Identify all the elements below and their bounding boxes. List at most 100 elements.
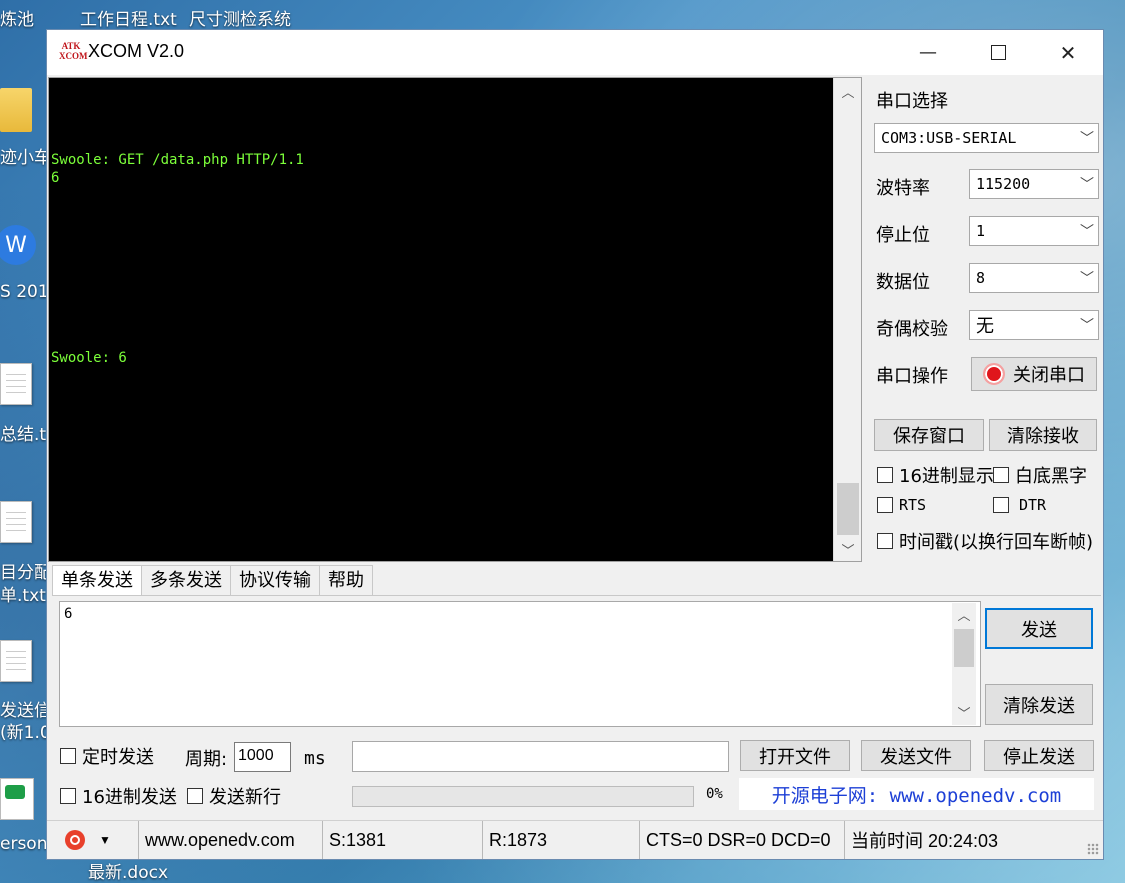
chevron-down-icon: ﹀	[1080, 131, 1094, 147]
send-scrollbar[interactable]: ︿ ﹀	[952, 603, 976, 725]
scroll-thumb[interactable]	[954, 629, 974, 667]
scroll-up-icon[interactable]: ︿	[834, 82, 862, 101]
send-button[interactable]: 发送	[985, 608, 1093, 649]
desktop-item[interactable]: 工作日程.txt	[80, 5, 177, 30]
port-status-icon	[983, 363, 1005, 385]
send-file-button[interactable]: 发送文件	[861, 740, 971, 771]
close-port-label: 关闭串口	[1013, 365, 1085, 386]
close-port-button[interactable]: 关闭串口	[971, 357, 1097, 391]
checkbox-icon	[187, 788, 203, 804]
desktop-item-label: 最新.docx	[88, 863, 169, 883]
maximize-icon	[990, 45, 1006, 60]
checkbox-icon	[877, 497, 893, 513]
status-recv: R:1873	[483, 821, 640, 859]
progress-percent: 0%	[706, 786, 723, 802]
period-input[interactable]: 1000	[234, 742, 291, 772]
window-title: XCOM V2.0	[88, 41, 185, 61]
minimize-button[interactable]: —	[893, 30, 963, 75]
white-black-checkbox[interactable]: 白底黑字	[993, 462, 1087, 488]
ms-label: ms	[304, 748, 326, 769]
folder-icon[interactable]	[0, 88, 32, 132]
send-newline-label: 发送新行	[209, 787, 281, 808]
receive-scrollbar[interactable]: ︿ ﹀	[833, 78, 862, 561]
desktop-item[interactable]: 炼池	[0, 5, 34, 30]
logo-top-text: ATK	[61, 41, 81, 51]
timed-send-checkbox[interactable]: 定时发送	[60, 743, 154, 769]
xcom-window: ATK XCOM XCOM V2.0 — ✕ Swoole: GET /data…	[46, 29, 1104, 860]
tab-help[interactable]: 帮助	[319, 565, 373, 596]
scroll-down-icon[interactable]: ﹀	[834, 540, 862, 559]
status-time: 当前时间 20:24:03	[851, 831, 999, 851]
desktop-item-label: 总结.t	[0, 425, 47, 445]
hex-send-checkbox[interactable]: 16进制发送	[60, 783, 177, 809]
status-sent: S:1381	[323, 821, 483, 859]
resize-grip-icon[interactable]	[1087, 843, 1099, 855]
title-bar[interactable]: ATK XCOM XCOM V2.0 — ✕	[47, 30, 1103, 75]
scroll-thumb[interactable]	[837, 483, 859, 535]
baud-label: 波特率	[876, 178, 930, 199]
website-link[interactable]: 开源电子网: www.openedv.com	[739, 778, 1094, 810]
hex-display-label: 16进制显示	[899, 466, 994, 487]
dtr-label: DTR	[1019, 496, 1047, 514]
data-bit-value: 8	[976, 269, 986, 287]
baud-select[interactable]: 115200 ﹀	[969, 169, 1099, 199]
receive-area[interactable]: Swoole: GET /data.php HTTP/1.1 6 Swoole:…	[49, 78, 862, 561]
file-path-input[interactable]	[352, 741, 729, 772]
receive-line: Swoole: 6	[51, 350, 127, 366]
checkbox-icon	[60, 788, 76, 804]
rts-checkbox[interactable]: RTS	[877, 496, 926, 514]
tab-multi-send[interactable]: 多条发送	[141, 565, 231, 596]
port-select-value: COM3:USB-SERIAL	[881, 129, 1017, 147]
hex-send-label: 16进制发送	[82, 787, 177, 808]
send-newline-checkbox[interactable]: 发送新行	[187, 783, 281, 809]
save-window-button[interactable]: 保存窗口	[874, 419, 984, 451]
send-progress-bar	[352, 786, 694, 807]
minimize-icon: —	[919, 42, 937, 63]
logo-bottom-text: XCOM	[59, 51, 88, 61]
stop-bit-select[interactable]: 1 ﹀	[969, 216, 1099, 246]
timestamp-checkbox[interactable]: 时间戳(以换行回车断帧)	[877, 528, 1093, 554]
receive-line: 6	[51, 170, 60, 186]
chevron-down-icon: ﹀	[1080, 318, 1094, 334]
maximize-button[interactable]	[963, 30, 1033, 75]
baud-value: 115200	[976, 175, 1031, 193]
chevron-down-icon: ﹀	[1080, 224, 1094, 240]
status-menu[interactable]: ▼	[47, 821, 139, 859]
stop-bit-value: 1	[976, 222, 986, 240]
checkbox-icon	[877, 533, 893, 549]
desktop-item[interactable]: 尺寸测检系统	[189, 5, 291, 30]
power-icon[interactable]	[65, 830, 85, 850]
receive-line: Swoole: GET /data.php HTTP/1.1	[51, 152, 304, 168]
send-textarea[interactable]: 6	[59, 601, 981, 727]
stop-send-button[interactable]: 停止发送	[984, 740, 1094, 771]
dropdown-arrow-icon[interactable]: ▼	[99, 833, 111, 847]
spreadsheet-icon[interactable]	[0, 778, 34, 820]
port-select[interactable]: COM3:USB-SERIAL ﹀	[874, 123, 1099, 153]
document-icon[interactable]	[0, 501, 32, 543]
hex-display-checkbox[interactable]: 16进制显示	[877, 462, 994, 488]
status-lines: CTS=0 DSR=0 DCD=0	[640, 821, 845, 859]
port-op-label: 串口操作	[876, 366, 948, 387]
parity-select[interactable]: 无 ﹀	[969, 310, 1099, 340]
checkbox-icon	[60, 748, 76, 764]
tab-protocol[interactable]: 协议传输	[230, 565, 320, 596]
dtr-checkbox[interactable]: DTR	[993, 496, 1046, 514]
tab-single-send[interactable]: 单条发送	[52, 565, 142, 597]
document-icon[interactable]	[0, 363, 32, 405]
clear-send-button[interactable]: 清除发送	[985, 684, 1093, 725]
period-label: 周期:	[185, 749, 228, 770]
data-bit-select[interactable]: 8 ﹀	[969, 263, 1099, 293]
open-file-button[interactable]: 打开文件	[740, 740, 850, 771]
close-icon: ✕	[1059, 40, 1077, 65]
white-black-label: 白底黑字	[1015, 466, 1087, 487]
scroll-up-icon[interactable]: ︿	[952, 605, 976, 624]
status-url[interactable]: www.openedv.com	[139, 821, 323, 859]
document-icon[interactable]	[0, 640, 32, 682]
checkbox-icon	[993, 497, 1009, 513]
clear-receive-button[interactable]: 清除接收	[989, 419, 1097, 451]
chevron-down-icon: ﹀	[1080, 177, 1094, 193]
scroll-down-icon[interactable]: ﹀	[952, 703, 976, 722]
close-button[interactable]: ✕	[1033, 30, 1103, 75]
desktop-item-label: 单.txt	[0, 586, 46, 606]
desktop-item-label: (新1.0	[0, 723, 51, 743]
